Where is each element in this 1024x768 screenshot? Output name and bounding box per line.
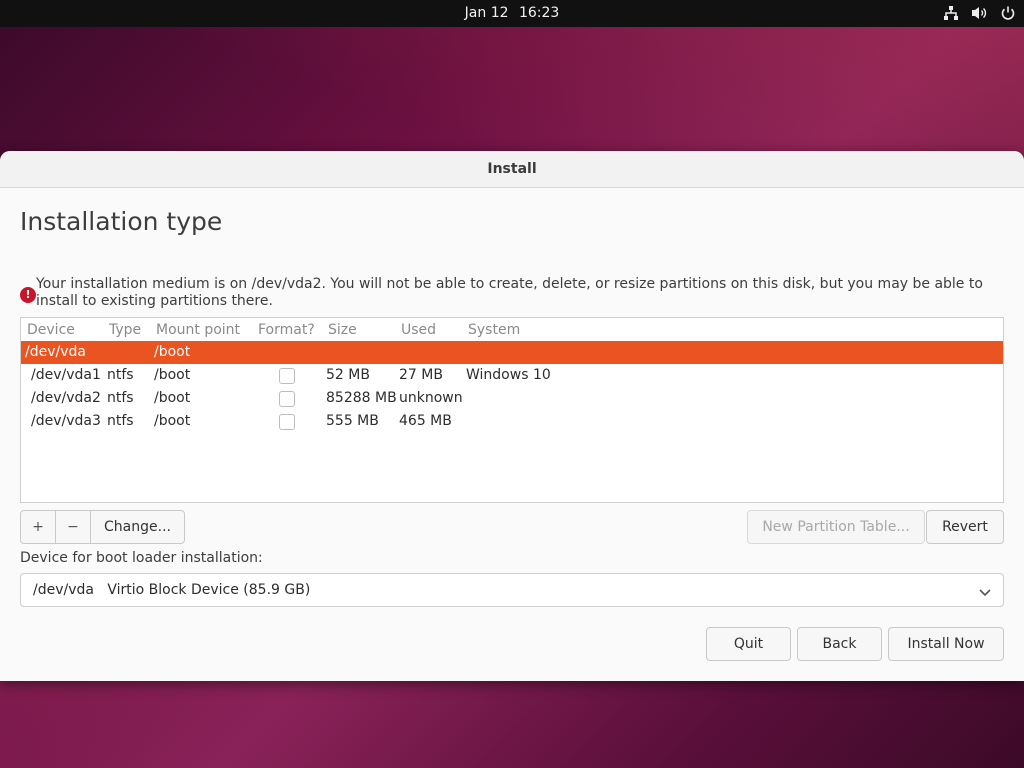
cell-used: unknown	[399, 390, 463, 406]
cell-mount-point: /boot	[154, 390, 191, 406]
format-checkbox[interactable]	[279, 414, 295, 430]
cell-mount-point: /boot	[154, 344, 191, 360]
warning-text: Your installation medium is on /dev/vda2…	[36, 276, 983, 309]
column-header-size[interactable]: Size	[328, 322, 357, 338]
cell-system: Windows 10	[466, 367, 551, 383]
back-button[interactable]: Back	[797, 627, 882, 661]
error-icon: !	[20, 287, 36, 303]
column-header-system[interactable]: System	[468, 322, 520, 338]
bootloader-device: /dev/vda	[33, 582, 94, 598]
table-row[interactable]: /dev/vda1 ntfs /boot 52 MB 27 MB Windows…	[21, 364, 1003, 387]
cell-used: 465 MB	[399, 413, 452, 429]
column-header-device[interactable]: Device	[27, 322, 75, 338]
remove-partition-button[interactable]: −	[56, 511, 91, 543]
cell-size: 555 MB	[326, 413, 379, 429]
cell-mount-point: /boot	[154, 413, 191, 429]
column-header-used[interactable]: Used	[401, 322, 436, 338]
cell-mount-point: /boot	[154, 367, 191, 383]
clock-time: 16:23	[518, 5, 560, 21]
format-checkbox[interactable]	[279, 368, 295, 384]
bootloader-device-description: Virtio Block Device (85.9 GB)	[107, 582, 311, 598]
table-header: Device Type Mount point Format? Size Use…	[21, 318, 1003, 341]
install-now-button[interactable]: Install Now	[888, 627, 1004, 661]
page-title: Installation type	[20, 207, 223, 236]
warning-message: ! Your installation medium is on /dev/vd…	[20, 276, 1010, 310]
cell-device: /dev/vda3	[31, 413, 101, 429]
network-icon[interactable]	[943, 5, 959, 21]
chevron-down-icon	[979, 585, 991, 601]
window-title: Install	[0, 151, 1024, 188]
table-row[interactable]: /dev/vda /boot	[21, 341, 1003, 364]
column-header-format[interactable]: Format?	[258, 322, 315, 338]
table-row[interactable]: /dev/vda3 ntfs /boot 555 MB 465 MB	[21, 410, 1003, 433]
clock-date: Jan 12	[464, 5, 509, 21]
bootloader-selected-value: /dev/vda Virtio Block Device (85.9 GB)	[33, 582, 310, 598]
cell-used: 27 MB	[399, 367, 443, 383]
column-header-type[interactable]: Type	[109, 322, 141, 338]
add-partition-button[interactable]: +	[21, 511, 56, 543]
partition-toolbar: + − Change...	[20, 510, 185, 544]
quit-button[interactable]: Quit	[706, 627, 791, 661]
cell-type: ntfs	[107, 413, 134, 429]
bootloader-device-select[interactable]: /dev/vda Virtio Block Device (85.9 GB)	[20, 573, 1004, 607]
cell-device: /dev/vda2	[31, 390, 101, 406]
revert-button[interactable]: Revert	[926, 510, 1004, 544]
system-tray[interactable]	[943, 3, 1016, 23]
cell-size: 52 MB	[326, 367, 370, 383]
installer-window: Install Installation type ! Your install…	[0, 151, 1024, 681]
cell-device: /dev/vda	[25, 344, 86, 360]
cell-device: /dev/vda1	[31, 367, 101, 383]
table-row[interactable]: /dev/vda2 ntfs /boot 85288 MB unknown	[21, 387, 1003, 410]
partition-table[interactable]: Device Type Mount point Format? Size Use…	[20, 317, 1004, 503]
cell-type: ntfs	[107, 367, 134, 383]
cell-type: ntfs	[107, 390, 134, 406]
new-partition-table-button[interactable]: New Partition Table...	[747, 510, 925, 544]
format-checkbox[interactable]	[279, 391, 295, 407]
bootloader-label: Device for boot loader installation:	[20, 550, 263, 566]
cell-size: 85288 MB	[326, 390, 397, 406]
volume-icon[interactable]	[971, 5, 988, 21]
clock[interactable]: Jan 12 16:23	[0, 5, 1024, 21]
power-icon[interactable]	[1000, 5, 1016, 21]
change-partition-button[interactable]: Change...	[91, 511, 184, 543]
column-header-mount-point[interactable]: Mount point	[156, 322, 240, 338]
top-bar: Jan 12 16:23	[0, 0, 1024, 27]
